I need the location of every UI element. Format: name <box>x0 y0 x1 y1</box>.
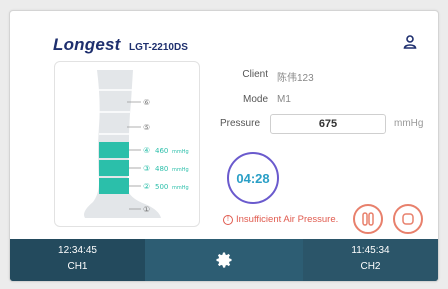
mode-label: Mode <box>242 94 268 105</box>
channel-2-name: CH2 <box>360 261 381 272</box>
warning-text: Insufficient Air Pressure. <box>236 214 339 225</box>
gear-icon <box>216 252 232 268</box>
brand-logo: Longest LGT-2210DS <box>53 35 188 55</box>
device-screen: Longest LGT-2210DS ⑥ ⑤ ④ 460 mmHg ③ 480 … <box>9 10 439 282</box>
client-label: Client <box>242 69 268 80</box>
channel-2-tab[interactable]: 11:45:34 CH2 <box>303 239 438 281</box>
chamber-label: ① <box>143 205 150 214</box>
channel-bar: 12:34:45 CH1 11:45:34 CH2 <box>10 239 438 281</box>
leg-diagram: ⑥ ⑤ ④ 460 mmHg ③ 480 mmHg ② 500 mmHg ① <box>54 61 200 227</box>
chamber-2 <box>99 178 129 194</box>
chamber-pressure: 460 <box>155 147 168 155</box>
settings-button[interactable] <box>145 239 303 281</box>
channel-1-time: 12:34:45 <box>58 245 97 256</box>
chamber-unit: mmHg <box>172 167 189 173</box>
mode-value: M1 <box>277 94 291 105</box>
chamber-label: ② <box>143 182 150 191</box>
chamber-label: ⑤ <box>143 123 150 132</box>
channel-1-tab[interactable]: 12:34:45 CH1 <box>10 239 145 281</box>
user-icon[interactable] <box>402 34 418 50</box>
channel-2-time: 11:45:34 <box>351 245 390 256</box>
chamber-unit: mmHg <box>172 185 189 191</box>
chamber-4 <box>99 142 129 158</box>
model-number: LGT-2210DS <box>128 42 188 53</box>
pause-button[interactable] <box>353 204 383 234</box>
chamber-pressure: 500 <box>155 183 168 191</box>
chamber-pressure: 480 <box>155 165 168 173</box>
timer-value: 04:28 <box>236 170 270 186</box>
chamber-unit: mmHg <box>172 149 189 155</box>
chamber-label: ⑥ <box>143 98 150 107</box>
pause-icon <box>362 212 374 226</box>
brand-name: Longest <box>53 35 121 54</box>
pressure-label: Pressure <box>219 118 260 129</box>
chamber-label: ④ <box>143 146 150 155</box>
client-value: 陈伟123 <box>277 73 314 84</box>
pressure-unit: mmHg <box>394 118 424 129</box>
channel-1-name: CH1 <box>67 261 88 272</box>
stop-icon <box>402 213 414 225</box>
session-timer: 04:28 <box>227 152 279 204</box>
warning-icon: ! <box>223 215 233 225</box>
pressure-warning: ! Insufficient Air Pressure. <box>223 214 338 225</box>
pressure-input[interactable]: 675 <box>270 114 386 134</box>
chamber-3 <box>99 160 129 176</box>
stop-button[interactable] <box>393 204 423 234</box>
chamber-label: ③ <box>143 164 150 173</box>
